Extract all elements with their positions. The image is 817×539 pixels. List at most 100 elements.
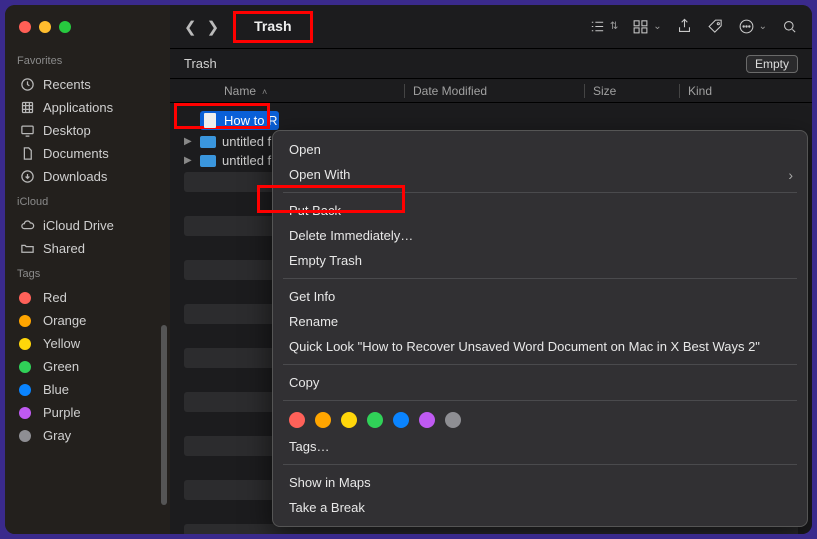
tag-color-swatch[interactable] (419, 412, 435, 428)
sidebar-item-label: Red (43, 290, 67, 305)
path-bar: Trash Empty (170, 49, 812, 79)
file-row[interactable]: How to R (184, 109, 798, 132)
ctx-take-a-break[interactable]: Take a Break (273, 495, 807, 520)
folder-icon (200, 155, 216, 167)
file-name: How to R (224, 113, 277, 128)
share-button[interactable] (676, 18, 693, 35)
sidebar-header-favorites: Favorites (17, 55, 162, 67)
sidebar-item-label: Green (43, 359, 79, 374)
sidebar-item-label: Purple (43, 405, 81, 420)
sidebar-item-documents[interactable]: Documents (17, 142, 162, 165)
sidebar-item-shared[interactable]: Shared (17, 237, 162, 260)
ctx-separator (283, 464, 797, 465)
window-title: Trash (254, 18, 291, 34)
tag-dot-icon (19, 292, 31, 304)
title-highlight: Trash (233, 11, 312, 43)
sidebar-tag-item[interactable]: Green (17, 355, 162, 378)
context-menu: Open Open With Put Back Delete Immediate… (272, 130, 808, 527)
tag-dot-icon (19, 338, 31, 350)
ctx-get-info[interactable]: Get Info (273, 284, 807, 309)
ctx-open-with[interactable]: Open With (273, 162, 807, 187)
ctx-rename[interactable]: Rename (273, 309, 807, 334)
empty-trash-button[interactable]: Empty (746, 55, 798, 73)
sidebar-item-label: Orange (43, 313, 86, 328)
column-size[interactable]: Size (584, 84, 679, 98)
sidebar-item-desktop[interactable]: Desktop (17, 119, 162, 142)
tag-color-swatch[interactable] (367, 412, 383, 428)
sidebar: Favorites Recents Applications Desktop D… (5, 5, 170, 534)
ctx-tags[interactable]: Tags… (273, 434, 807, 459)
sidebar-scrollbar[interactable] (161, 325, 167, 505)
toolbar: ❮ ❯ Trash ⇅ ⌄ ⌄ (170, 5, 812, 49)
sidebar-item-downloads[interactable]: Downloads (17, 165, 162, 188)
back-button[interactable]: ❮ (184, 18, 197, 36)
tag-dot-icon (19, 407, 31, 419)
sidebar-tag-item[interactable]: Orange (17, 309, 162, 332)
ctx-show-in-maps[interactable]: Show in Maps (273, 470, 807, 495)
sidebar-item-label: Documents (43, 146, 109, 161)
tag-color-swatch[interactable] (289, 412, 305, 428)
tag-color-swatch[interactable] (445, 412, 461, 428)
ctx-copy[interactable]: Copy (273, 370, 807, 395)
column-headers[interactable]: Name˄ Date Modified Size Kind (170, 79, 812, 103)
close-icon[interactable] (19, 21, 31, 33)
ctx-separator (283, 364, 797, 365)
sidebar-item-icloud-drive[interactable]: iCloud Drive (17, 214, 162, 237)
ctx-quick-look[interactable]: Quick Look "How to Recover Unsaved Word … (273, 334, 807, 359)
minimize-icon[interactable] (39, 21, 51, 33)
sidebar-tag-item[interactable]: Red (17, 286, 162, 309)
tag-dot-icon (19, 315, 31, 327)
apps-icon (19, 100, 35, 115)
sidebar-item-label: Blue (43, 382, 69, 397)
desktop-icon (19, 123, 35, 138)
ctx-open[interactable]: Open (273, 137, 807, 162)
ctx-put-back[interactable]: Put Back (273, 198, 807, 223)
search-button[interactable] (781, 18, 798, 35)
sidebar-item-label: Yellow (43, 336, 80, 351)
column-name[interactable]: Name˄ (184, 84, 404, 98)
window-traffic-lights[interactable] (17, 15, 162, 47)
view-list-button[interactable]: ⇅ (589, 18, 618, 35)
shared-folder-icon (19, 241, 35, 256)
more-button[interactable]: ⌄ (738, 18, 767, 35)
folder-icon (200, 136, 216, 148)
group-by-button[interactable]: ⌄ (632, 18, 661, 35)
tag-dot-icon (19, 384, 31, 396)
sidebar-header-tags: Tags (17, 268, 162, 280)
sidebar-header-icloud: iCloud (17, 196, 162, 208)
ctx-delete-immediately[interactable]: Delete Immediately… (273, 223, 807, 248)
ctx-color-tags[interactable] (273, 406, 807, 434)
disclosure-icon[interactable]: ▶ (184, 155, 194, 166)
sidebar-item-applications[interactable]: Applications (17, 96, 162, 119)
tag-color-swatch[interactable] (341, 412, 357, 428)
sidebar-item-label: Shared (43, 241, 85, 256)
column-kind[interactable]: Kind (679, 84, 798, 98)
tag-dot-icon (19, 361, 31, 373)
sidebar-item-label: Recents (43, 77, 91, 92)
forward-button[interactable]: ❯ (207, 18, 220, 36)
sidebar-item-label: Desktop (43, 123, 91, 138)
clock-icon (19, 77, 35, 92)
tag-dot-icon (19, 430, 31, 442)
ctx-separator (283, 192, 797, 193)
sidebar-tag-item[interactable]: Blue (17, 378, 162, 401)
sidebar-item-label: iCloud Drive (43, 218, 114, 233)
sidebar-item-label: Applications (43, 100, 113, 115)
sidebar-item-recents[interactable]: Recents (17, 73, 162, 96)
tag-button[interactable] (707, 18, 724, 35)
sidebar-item-label: Gray (43, 428, 71, 443)
tag-color-swatch[interactable] (393, 412, 409, 428)
sidebar-tag-item[interactable]: Yellow (17, 332, 162, 355)
download-icon (19, 169, 35, 184)
fullscreen-icon[interactable] (59, 21, 71, 33)
disclosure-icon[interactable]: ▶ (184, 136, 194, 147)
tag-color-swatch[interactable] (315, 412, 331, 428)
finder-window: Favorites Recents Applications Desktop D… (5, 5, 812, 534)
column-date[interactable]: Date Modified (404, 84, 584, 98)
sidebar-tag-item[interactable]: Purple (17, 401, 162, 424)
file-name: untitled f (222, 134, 271, 149)
sidebar-tag-item[interactable]: Gray (17, 424, 162, 447)
document-icon (19, 146, 35, 161)
ctx-empty-trash[interactable]: Empty Trash (273, 248, 807, 273)
file-name: untitled f (222, 153, 271, 168)
